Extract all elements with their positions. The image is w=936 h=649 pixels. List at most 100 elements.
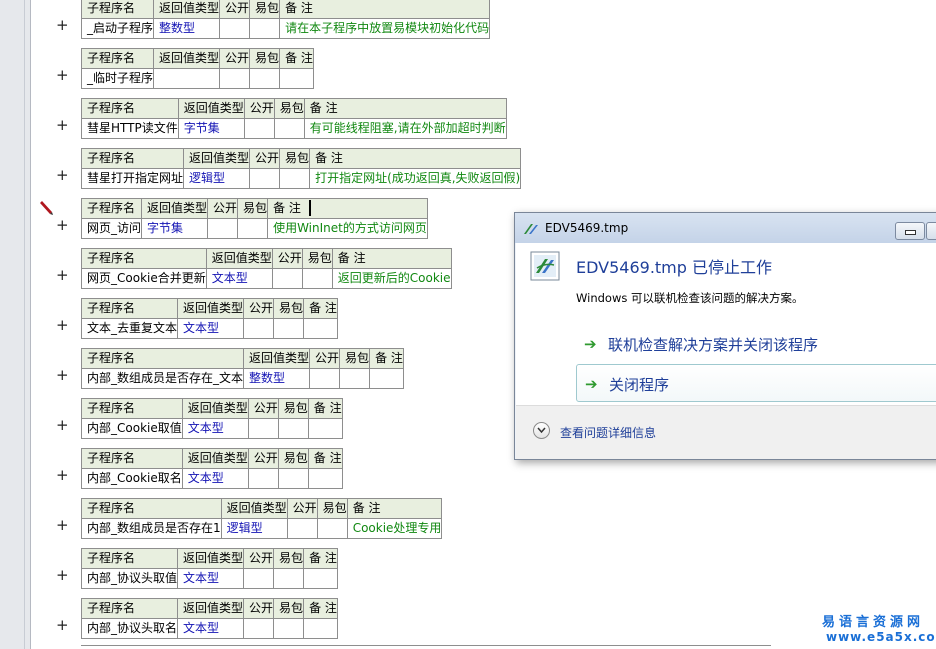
- easy-cell[interactable]: [277, 468, 309, 489]
- easy-cell[interactable]: [249, 18, 281, 39]
- return-type[interactable]: 整数型: [243, 368, 311, 389]
- return-type[interactable]: 整数型: [153, 18, 221, 39]
- dialog-title-bar[interactable]: EDV5469.tmp: [515, 213, 936, 243]
- remark-cell[interactable]: [307, 468, 343, 489]
- public-cell[interactable]: [243, 618, 275, 639]
- subroutine-name[interactable]: 网页_访问: [80, 218, 143, 239]
- remark-cell[interactable]: 返回更新后的Cookie: [331, 268, 452, 289]
- hdr-name: 子程序名: [80, 348, 245, 369]
- return-type[interactable]: 逻辑型: [183, 168, 251, 189]
- subroutine-name[interactable]: 文本_去重复文本: [80, 318, 179, 339]
- easy-cell[interactable]: [339, 368, 371, 389]
- dialog-title: EDV5469.tmp: [545, 221, 629, 235]
- option-label: 联机检查解决方案并关闭该程序: [608, 336, 819, 354]
- public-cell[interactable]: [271, 268, 303, 289]
- return-type[interactable]: 字节集: [177, 118, 245, 139]
- expand-details-button[interactable]: [533, 422, 550, 439]
- return-type[interactable]: 文本型: [181, 468, 249, 489]
- return-type[interactable]: 文本型: [181, 418, 249, 439]
- remark-cell[interactable]: Cookie处理专用: [346, 518, 443, 539]
- expand-toggle[interactable]: +: [56, 218, 69, 233]
- expand-toggle[interactable]: +: [56, 168, 69, 183]
- expand-toggle[interactable]: +: [56, 118, 69, 133]
- remark-cell[interactable]: [369, 368, 404, 389]
- hdr-remark: 备 注: [303, 98, 507, 119]
- easy-cell[interactable]: [279, 168, 311, 189]
- hdr-ret: 返回值类型: [177, 298, 245, 319]
- expand-toggle[interactable]: +: [56, 618, 69, 633]
- return-type[interactable]: 文本型: [177, 618, 245, 639]
- return-type[interactable]: 文本型: [177, 568, 245, 589]
- expand-toggle[interactable]: +: [56, 18, 69, 33]
- remark-cell[interactable]: [303, 318, 338, 339]
- expand-toggle[interactable]: +: [56, 318, 69, 333]
- public-cell[interactable]: [249, 168, 281, 189]
- close-button[interactable]: [926, 222, 936, 240]
- public-cell[interactable]: [286, 518, 318, 539]
- remark-cell[interactable]: [303, 568, 338, 589]
- expand-toggle[interactable]: +: [56, 518, 69, 533]
- subroutine-name[interactable]: 彗星HTTP读文件: [81, 118, 179, 139]
- public-cell[interactable]: [219, 68, 251, 89]
- subroutine-name[interactable]: 彗星打开指定网址: [80, 168, 185, 189]
- expand-toggle[interactable]: +: [56, 418, 69, 433]
- hdr-ret: 返回值类型: [153, 48, 221, 69]
- easy-cell[interactable]: [249, 68, 281, 89]
- subroutine-table: 子程序名 返回值类型 公开 易包备 注 _临时子程序: [80, 48, 314, 89]
- public-cell[interactable]: [207, 218, 239, 239]
- remark-cell[interactable]: 请在本子程序中放置易模块初始化代码: [279, 18, 491, 39]
- public-cell[interactable]: [309, 368, 341, 389]
- return-type[interactable]: 文本型: [205, 268, 273, 289]
- return-type[interactable]: 字节集: [141, 218, 209, 239]
- remark-cell[interactable]: 使用WinInet的方式访问网页: [267, 218, 428, 239]
- remark-cell[interactable]: [303, 618, 338, 639]
- green-arrow-icon: ➔: [584, 335, 597, 353]
- view-details-link[interactable]: 查看问题详细信息: [560, 424, 656, 441]
- remark-cell[interactable]: 有可能线程阻塞,请在外部加超时判断: [303, 118, 507, 139]
- easy-cell[interactable]: [277, 418, 309, 439]
- hdr-easy: 易包: [277, 448, 309, 469]
- check-online-option[interactable]: ➔ 联机检查解决方案并关闭该程序: [576, 325, 936, 363]
- remark-cell[interactable]: 打开指定网址(成功返回真,失败返回假): [309, 168, 522, 189]
- subroutine-name[interactable]: 内部_数组成员是否存在_文本: [80, 368, 245, 389]
- return-type[interactable]: 文本型: [177, 318, 245, 339]
- subroutine-name[interactable]: 内部_协议头取值: [80, 568, 179, 589]
- hdr-easy: 易包: [273, 548, 305, 569]
- subroutine-name[interactable]: 内部_协议头取名: [80, 618, 179, 639]
- subroutine-name[interactable]: 内部_数组成员是否存在1: [81, 518, 222, 539]
- public-cell[interactable]: [247, 418, 279, 439]
- hdr-pub: 公开: [247, 398, 279, 419]
- hdr-easy: 易包: [273, 298, 305, 319]
- public-cell[interactable]: [219, 18, 251, 39]
- easy-cell[interactable]: [273, 568, 305, 589]
- return-type[interactable]: [153, 68, 221, 89]
- close-program-option[interactable]: ➔ 关闭程序: [576, 364, 936, 402]
- subroutine-name[interactable]: 网页_Cookie合并更新: [81, 268, 207, 289]
- subroutine-table: 子程序名 返回值类型 公开 易包备 注 网页_访问 字节集 使用WinInet的方式访问网…: [80, 198, 428, 239]
- public-cell[interactable]: [243, 318, 275, 339]
- subroutine-name[interactable]: _启动子程序: [80, 18, 155, 39]
- easy-cell[interactable]: [273, 318, 305, 339]
- expand-toggle[interactable]: +: [56, 368, 69, 383]
- public-cell[interactable]: [243, 118, 275, 139]
- subroutine-name[interactable]: _临时子程序: [80, 68, 155, 89]
- subroutine-name[interactable]: 内部_Cookie取值: [81, 418, 183, 439]
- easy-cell[interactable]: [273, 118, 305, 139]
- remark-cell[interactable]: [279, 68, 314, 89]
- expand-toggle[interactable]: +: [56, 268, 69, 283]
- easy-cell[interactable]: [316, 518, 348, 539]
- hdr-remark: 备 注: [346, 498, 443, 519]
- remark-cell[interactable]: [307, 418, 343, 439]
- expand-toggle[interactable]: +: [56, 468, 69, 483]
- minimize-button[interactable]: [895, 222, 925, 240]
- return-type[interactable]: 逻辑型: [220, 518, 288, 539]
- expand-toggle[interactable]: +: [56, 568, 69, 583]
- subroutine-name[interactable]: 内部_Cookie取名: [81, 468, 183, 489]
- easy-cell[interactable]: [237, 218, 269, 239]
- expand-toggle[interactable]: +: [56, 68, 69, 83]
- easy-cell[interactable]: [273, 618, 305, 639]
- public-cell[interactable]: [247, 468, 279, 489]
- public-cell[interactable]: [243, 568, 275, 589]
- easy-cell[interactable]: [301, 268, 333, 289]
- hdr-easy: 易包: [273, 98, 305, 119]
